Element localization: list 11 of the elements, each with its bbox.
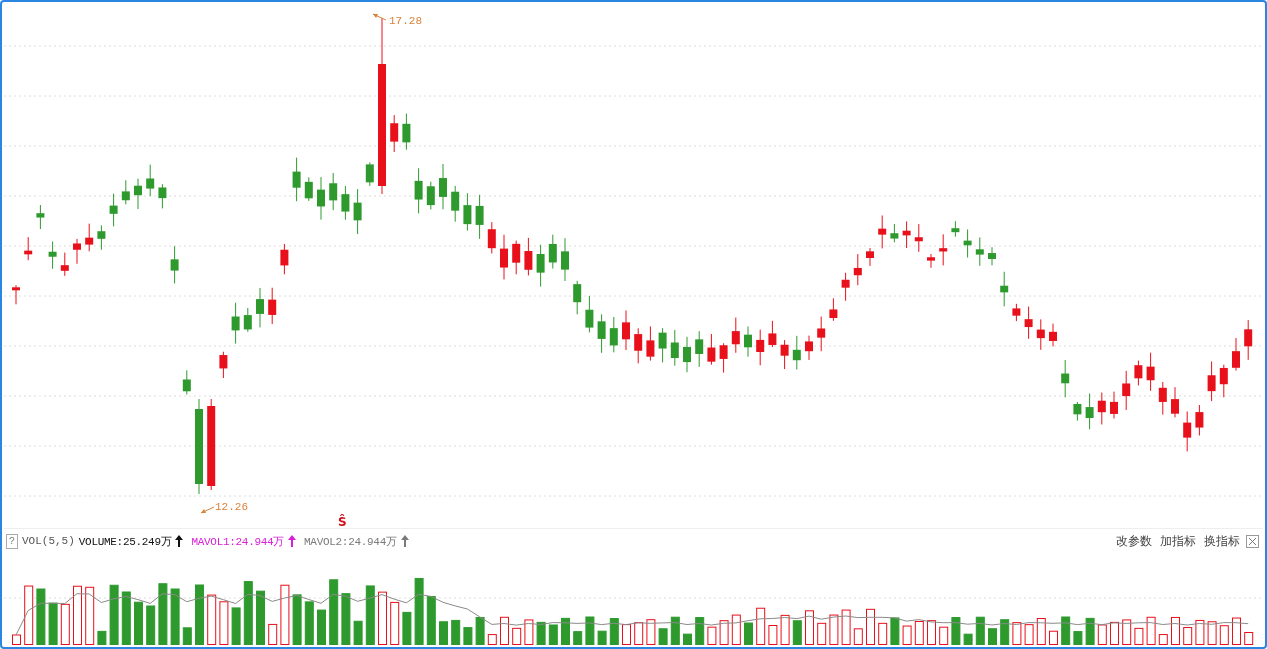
low-price-label: 12.26 <box>215 501 248 513</box>
indicator-value: VOLUME:25.249万 <box>78 534 172 549</box>
help-button[interactable]: ? <box>6 533 18 549</box>
indicator-action-link[interactable]: 加指标 <box>1158 532 1198 550</box>
signal-marker: Ŝ <box>338 515 347 528</box>
high-price-label: 17.28 <box>389 15 422 27</box>
indicator-value: MAVOL1:24.944万 <box>191 534 285 549</box>
indicator-action-link[interactable]: 换指标 <box>1202 532 1242 550</box>
indicator-action-link[interactable]: 改参数 <box>1114 532 1154 550</box>
indicator-name: VOL(5,5) <box>22 535 75 547</box>
indicator-value: MAVOL2:24.944万 <box>304 534 397 549</box>
